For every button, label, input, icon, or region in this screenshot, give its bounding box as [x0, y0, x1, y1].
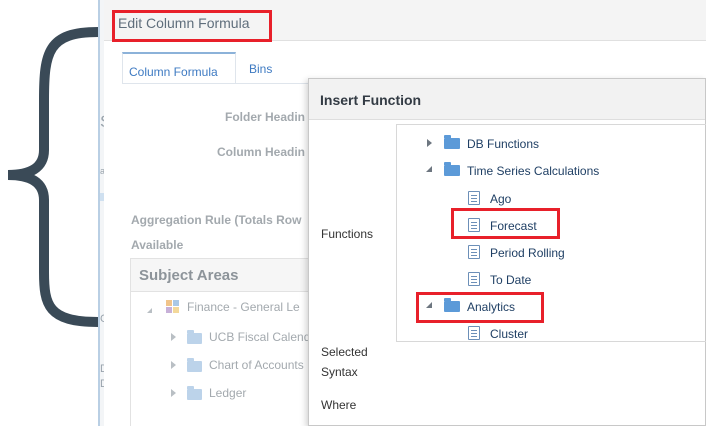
expand-arrow-icon[interactable]	[171, 361, 176, 369]
function-icon	[468, 245, 480, 259]
tree-item-forecast[interactable]: Forecast	[397, 217, 705, 235]
tree-item-ago[interactable]: Ago	[397, 190, 705, 208]
expand-arrow-icon[interactable]	[147, 303, 152, 313]
subject-areas-header: Subject Areas	[130, 258, 320, 292]
dialog-title-bar: Edit Column Formula	[104, 0, 706, 41]
tree-item-label: Ledger	[209, 386, 247, 400]
tree-item-cluster[interactable]: Cluster	[397, 325, 705, 341]
curly-brace-annotation	[7, 27, 100, 327]
column-heading-label: Column Headin	[217, 145, 306, 159]
tree-item-label: To Date	[490, 273, 532, 287]
folder-icon	[187, 330, 202, 344]
insert-function-dialog: Insert Function Functions Selected Synta…	[308, 78, 706, 426]
aggregation-rule-label: Aggregation Rule (Totals Row	[131, 213, 302, 227]
folder-icon	[444, 135, 460, 149]
tree-item-label: Analytics	[467, 300, 516, 314]
subject-area-icon	[166, 300, 180, 314]
tab-label: Column Formula	[129, 65, 218, 79]
function-icon	[468, 191, 480, 205]
function-icon	[468, 326, 480, 340]
function-icon	[468, 272, 480, 286]
tree-item-label: Ago	[490, 192, 512, 206]
subject-areas-title: Subject Areas	[139, 267, 239, 284]
insert-function-title: Insert Function	[320, 92, 422, 108]
folder-icon	[444, 298, 460, 312]
tree-item-label: Forecast	[490, 219, 537, 233]
expand-arrow-icon[interactable]	[427, 139, 432, 147]
selected-label: Selected	[321, 345, 368, 359]
tab-label: Bins	[249, 62, 273, 76]
tab-column-formula[interactable]: Column Formula	[122, 52, 236, 83]
tree-item-to-date[interactable]: To Date	[397, 271, 705, 289]
tab-bins[interactable]: Bins	[249, 62, 272, 76]
functions-label: Functions	[321, 227, 374, 241]
edit-column-formula-dialog: Edit Column Formula Column Formula Bins …	[104, 0, 706, 426]
tree-item-db-functions[interactable]: DB Functions	[397, 135, 705, 153]
expand-arrow-icon[interactable]	[171, 333, 176, 341]
tree-item-period-rolling[interactable]: Period Rolling	[397, 244, 705, 262]
collapse-arrow-icon[interactable]	[426, 166, 432, 172]
tree-item-analytics[interactable]: Analytics	[397, 298, 705, 316]
folder-icon	[444, 162, 460, 176]
subject-areas-tree: Finance - General Le UCB Fiscal Calend C…	[130, 292, 321, 426]
tree-item-label: UCB Fiscal Calend	[209, 330, 311, 344]
tree-item-label: Chart of Accounts	[209, 358, 304, 372]
function-icon	[468, 218, 480, 232]
tree-item-label: DB Functions	[467, 137, 540, 151]
tree-item-label: Cluster	[490, 327, 529, 341]
collapse-arrow-icon[interactable]	[426, 302, 432, 308]
tree-item-label: Period Rolling	[490, 246, 565, 260]
functions-tree: DB Functions Time Series Calculations Ag…	[396, 124, 706, 342]
insert-function-title-bar: Insert Function	[309, 79, 705, 120]
tree-item-label: Time Series Calculations	[467, 164, 600, 178]
dialog-title: Edit Column Formula	[118, 15, 250, 31]
where-label: Where	[321, 398, 357, 412]
tree-item-label: Finance - General Le	[187, 300, 300, 314]
folder-icon	[187, 386, 202, 400]
folder-heading-label: Folder Headin	[225, 110, 306, 124]
expand-arrow-icon[interactable]	[171, 389, 176, 397]
tree-item-time-series-calculations[interactable]: Time Series Calculations	[397, 162, 705, 180]
folder-icon	[187, 358, 202, 372]
available-label: Available	[131, 238, 184, 252]
syntax-label: Syntax	[321, 365, 358, 379]
